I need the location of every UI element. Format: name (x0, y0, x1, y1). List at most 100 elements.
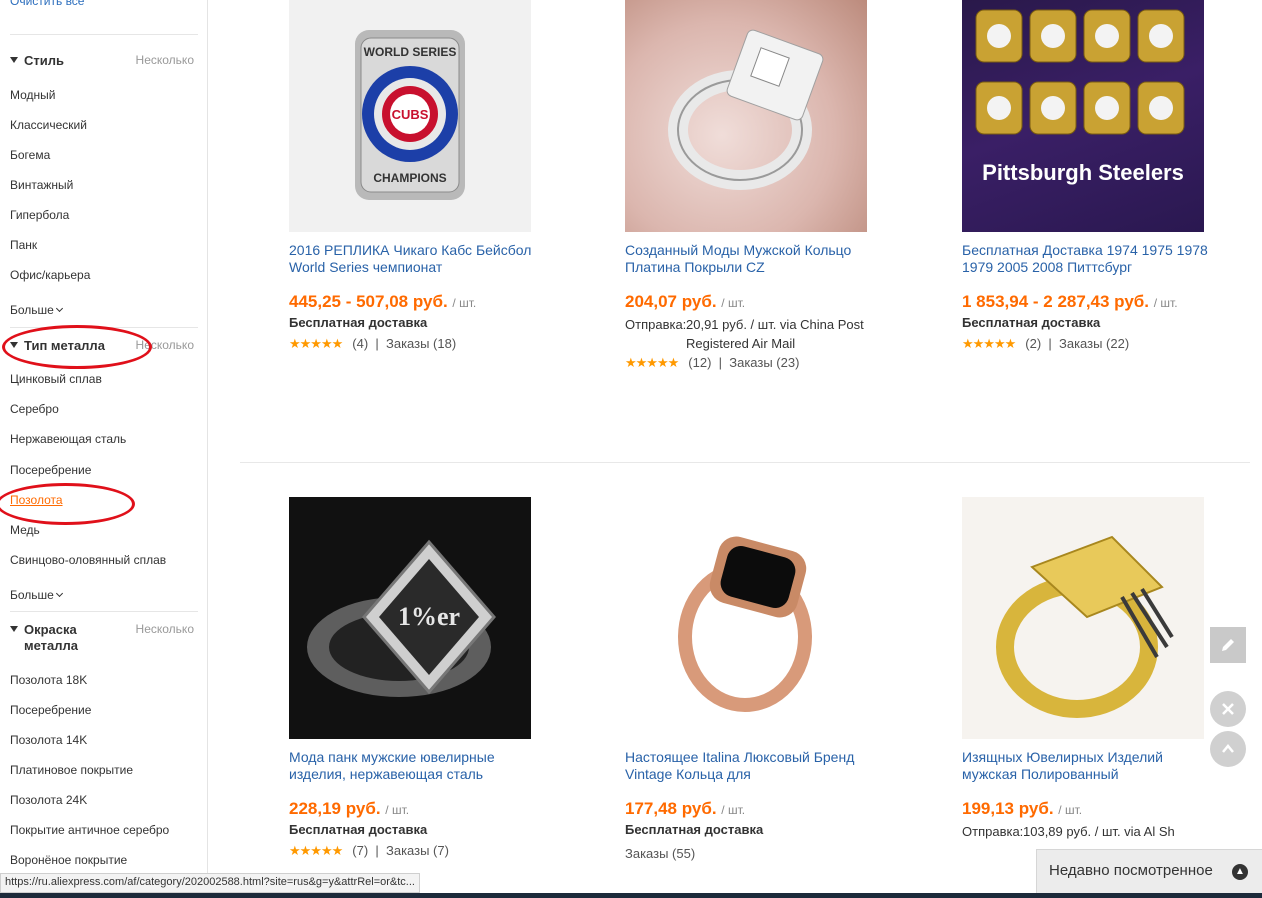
review-count[interactable]: (4) (352, 336, 368, 351)
filter-option[interactable]: Винтажный (10, 178, 73, 192)
show-more-label: Больше (10, 303, 54, 317)
filter-group-title: Стиль (24, 53, 64, 68)
orders-count[interactable]: Заказы (22) (1059, 336, 1129, 351)
scroll-to-top-button[interactable] (1210, 731, 1246, 767)
rating-stars-icon[interactable]: ★★★★★ (289, 336, 343, 351)
chevron-up-icon (1222, 744, 1234, 753)
shipping-info: Бесплатная доставка (625, 822, 764, 837)
price-value: 204,07 руб. (625, 292, 717, 311)
filter-option[interactable]: Позолота 18K (10, 673, 87, 687)
championship-ring-image: CUBS WORLD SERIES CHAMPIONS (355, 30, 465, 200)
feedback-edit-button[interactable] (1210, 627, 1246, 663)
product-card: CUBS WORLD SERIES CHAMPIONS 2016 РЕПЛИКА… (289, 0, 539, 352)
chevron-down-icon (55, 589, 63, 598)
review-count[interactable]: (2) (1025, 336, 1041, 351)
product-image[interactable] (625, 497, 867, 739)
collapse-triangle-icon (10, 626, 18, 632)
filter-option[interactable]: Нержавеющая сталь (10, 432, 126, 446)
shipping-info: Отправка: 20,91 руб. / шт. via China Post… (625, 315, 875, 353)
product-image[interactable] (625, 0, 867, 232)
filter-option[interactable]: Свинцово-оловянный сплав (10, 553, 166, 567)
filter-option[interactable]: Модный (10, 88, 56, 102)
product-rating: ★★★★★ (4) | Заказы (18) (289, 336, 457, 351)
filter-option[interactable]: Покрытие античное серебро (10, 823, 169, 837)
chevron-up-circle-icon: ▲ (1232, 864, 1248, 880)
product-card: Изящных Ювелирных Изделий мужская Полиро… (962, 497, 1212, 841)
product-title-link[interactable]: Созданный Моды Мужской Кольцо Платина По… (625, 242, 875, 276)
product-image[interactable]: CUBS WORLD SERIES CHAMPIONS (289, 0, 531, 232)
filter-option[interactable]: Панк (10, 238, 37, 252)
chevron-down-icon (55, 304, 63, 313)
shipping-info: Бесплатная доставка (289, 822, 428, 837)
review-count[interactable]: (7) (352, 843, 368, 858)
price-unit: / шт. (1153, 296, 1178, 310)
product-image[interactable]: 1%er (289, 497, 531, 739)
annotation-oval (2, 325, 152, 369)
product-rating: ★★★★★ (2) | Заказы (22) (962, 336, 1130, 351)
filter-option[interactable]: Классический (10, 118, 87, 132)
close-button[interactable] (1210, 691, 1246, 727)
shipping-label: Отправка: (962, 824, 1024, 839)
filter-group-style-header[interactable]: Стиль Несколько (10, 53, 194, 68)
show-more-link[interactable]: Больше (10, 588, 63, 602)
product-card: Настоящее Italina Люксовый Бренд Vintage… (625, 497, 875, 861)
orders-count[interactable]: Заказы (55) (625, 846, 695, 861)
price-unit: / шт. (721, 803, 746, 817)
filter-option[interactable]: Позолота 24K (10, 793, 87, 807)
product-card: 1%er Мода панк мужские ювелирные изделия… (289, 497, 539, 859)
filter-sidebar: Очистить все Стиль Несколько Модный Клас… (0, 0, 208, 898)
filter-option[interactable]: Посеребрение (10, 703, 91, 717)
product-title-link[interactable]: Настоящее Italina Люксовый Бренд Vintage… (625, 749, 875, 783)
gold-signet-ring-image (996, 535, 1174, 718)
filter-group-metal-color-header[interactable]: Окраска металла Несколько (10, 622, 194, 654)
shipping-info: Бесплатная доставка (289, 315, 428, 330)
product-rating: ★★★★★ (7) | Заказы (7) (289, 843, 449, 858)
product-price: 177,48 руб. / шт. (625, 799, 875, 819)
orders-count[interactable]: Заказы (23) (729, 355, 799, 370)
shipping-label: Отправка: (625, 317, 687, 332)
filter-option[interactable]: Цинковый сплав (10, 372, 102, 386)
filter-option[interactable]: Медь (10, 523, 40, 537)
row-divider (240, 462, 1250, 463)
rating-stars-icon[interactable]: ★★★★★ (962, 336, 1016, 351)
close-icon (1222, 703, 1234, 715)
product-image[interactable]: Pittsburgh Steelers (962, 0, 1204, 232)
filter-option[interactable]: Позолота 14K (10, 733, 87, 747)
product-rating: ★★★★★ (12) | Заказы (23) (625, 355, 800, 370)
product-title-link[interactable]: Мода панк мужские ювелирные изделия, нер… (289, 749, 539, 783)
product-image[interactable] (962, 497, 1204, 739)
rating-stars-icon[interactable]: ★★★★★ (289, 843, 343, 858)
steelers-caption: Pittsburgh Steelers (982, 160, 1184, 185)
ring-logo-text: CUBS (392, 107, 429, 122)
rating-stars-icon[interactable]: ★★★★★ (625, 355, 679, 370)
product-title-link[interactable]: 2016 РЕПЛИКА Чикаго Кабс Бейсбол World S… (289, 242, 539, 276)
multi-select-toggle[interactable]: Несколько (136, 622, 194, 636)
product-card: Созданный Моды Мужской Кольцо Платина По… (625, 0, 875, 371)
rose-gold-onyx-ring-image (678, 536, 812, 712)
show-more-link[interactable]: Больше (10, 303, 63, 317)
steelers-rings-image: Pittsburgh Steelers (975, 9, 1185, 185)
price-unit: / шт. (385, 803, 410, 817)
filter-option[interactable]: Воронёное покрытие (10, 853, 127, 867)
filter-option[interactable]: Офис/карьера (10, 268, 90, 282)
filter-option[interactable]: Богема (10, 148, 50, 162)
price-unit: / шт. (1058, 803, 1083, 817)
product-title-link[interactable]: Изящных Ювелирных Изделий мужская Полиро… (962, 749, 1212, 783)
taskbar-strip (0, 893, 1262, 898)
annotation-oval (0, 483, 135, 525)
pencil-icon (1222, 639, 1234, 651)
clear-all-link[interactable]: Очистить все (10, 0, 84, 8)
orders-count[interactable]: Заказы (7) (386, 843, 449, 858)
divider (10, 34, 198, 35)
product-title-link[interactable]: Бесплатная Доставка 1974 1975 1978 1979 … (962, 242, 1212, 276)
filter-option[interactable]: Платиновое покрытие (10, 763, 133, 777)
filter-option[interactable]: Гипербола (10, 208, 69, 222)
filter-option[interactable]: Серебро (10, 402, 59, 416)
product-card: Pittsburgh Steelers Бесплатная Доставка … (962, 0, 1212, 352)
shipping-info: Бесплатная доставка (962, 315, 1101, 330)
filter-option[interactable]: Посеребрение (10, 463, 91, 477)
recently-viewed-panel[interactable]: Недавно посмотренное ▲ (1036, 849, 1262, 893)
multi-select-toggle[interactable]: Несколько (136, 53, 194, 67)
review-count[interactable]: (12) (688, 355, 711, 370)
orders-count[interactable]: Заказы (18) (386, 336, 456, 351)
